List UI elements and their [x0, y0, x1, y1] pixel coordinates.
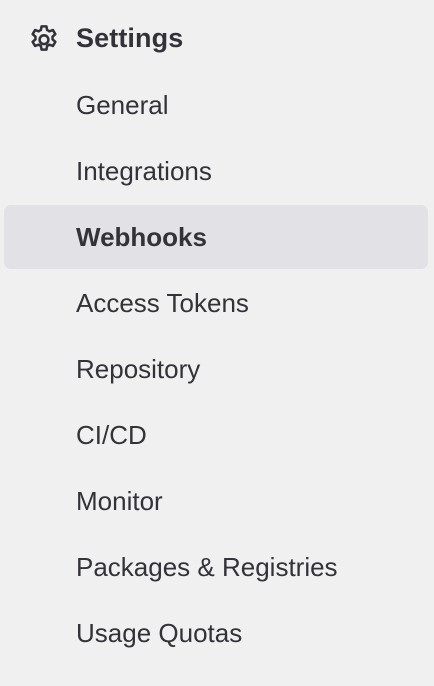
sidebar-item-repository[interactable]: Repository	[4, 337, 428, 401]
settings-section-header[interactable]: Settings	[0, 5, 434, 71]
sidebar-item-integrations[interactable]: Integrations	[4, 139, 428, 203]
sidebar-item-packages-registries[interactable]: Packages & Registries	[4, 535, 428, 599]
sidebar-item-usage-quotas[interactable]: Usage Quotas	[4, 601, 428, 665]
sidebar-item-monitor[interactable]: Monitor	[4, 469, 428, 533]
section-title: Settings	[76, 22, 184, 53]
sidebar-item-general[interactable]: General	[4, 73, 428, 137]
sidebar-item-ci-cd[interactable]: CI/CD	[4, 403, 428, 467]
sidebar-item-access-tokens[interactable]: Access Tokens	[4, 271, 428, 335]
settings-menu: General Integrations Webhooks Access Tok…	[0, 73, 434, 665]
sidebar-item-webhooks[interactable]: Webhooks	[4, 205, 428, 269]
settings-sidebar: Settings General Integrations Webhooks A…	[0, 0, 434, 686]
gear-icon	[26, 20, 62, 56]
